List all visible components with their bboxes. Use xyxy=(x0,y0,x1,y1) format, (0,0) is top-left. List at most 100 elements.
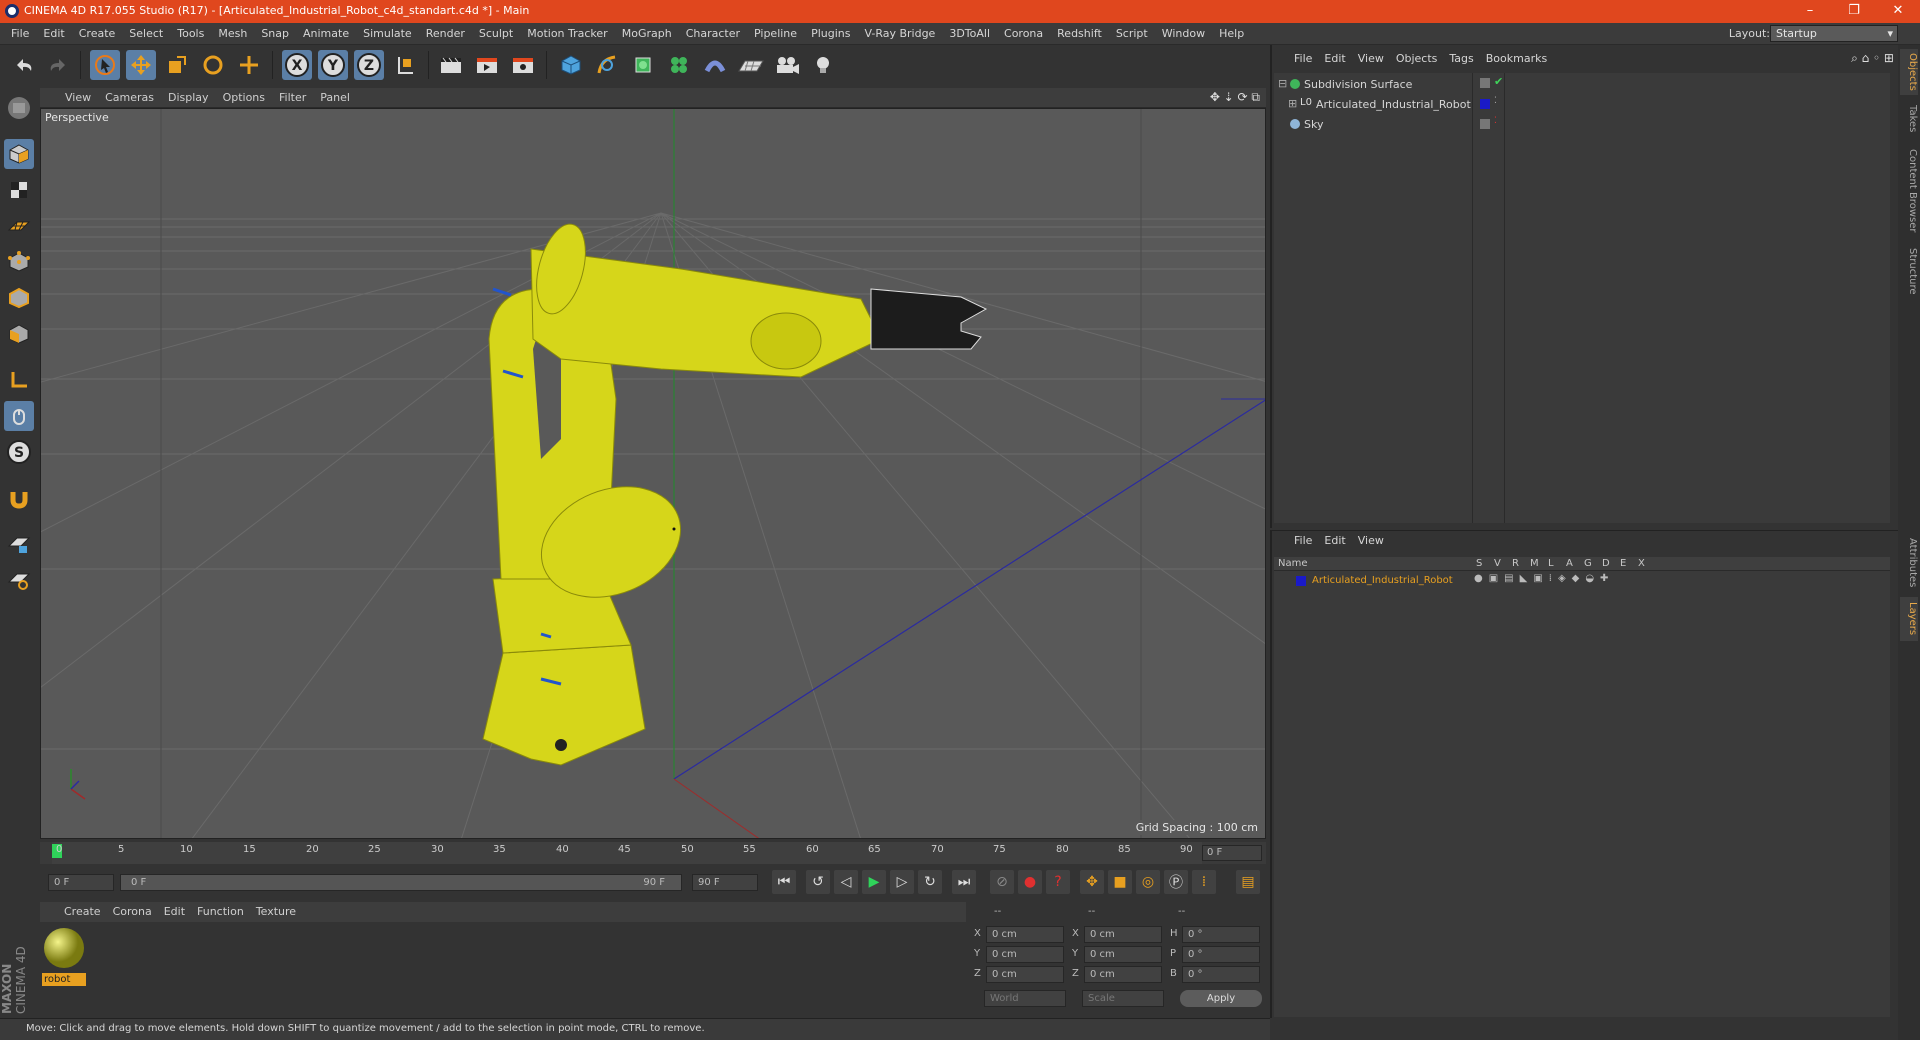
record-keys-icon[interactable]: ⊘ xyxy=(990,870,1014,894)
enabled-check-icon[interactable]: ✔ xyxy=(1494,75,1503,88)
expand-icon[interactable]: ⊞ xyxy=(1288,97,1297,110)
z-axis-lock-icon[interactable]: Z xyxy=(354,50,384,80)
layers-menu-file[interactable]: File xyxy=(1288,531,1318,551)
material-menu-edit[interactable]: Edit xyxy=(158,902,191,922)
planar-workplane-icon[interactable] xyxy=(4,565,34,595)
next-key-icon[interactable]: ↻ xyxy=(918,870,942,894)
menu-character[interactable]: Character xyxy=(679,23,747,45)
tab-content-browser[interactable]: Content Browser xyxy=(1900,143,1918,239)
layer-color-icon[interactable] xyxy=(1480,99,1490,109)
size-z-field[interactable]: 0 cm xyxy=(1084,966,1162,983)
editor-visibility-icon[interactable] xyxy=(1480,78,1490,88)
render-settings-icon[interactable] xyxy=(508,50,538,80)
menu-create[interactable]: Create xyxy=(72,23,123,45)
move-tool-icon[interactable] xyxy=(126,50,156,80)
tab-attributes[interactable]: Attributes xyxy=(1900,533,1918,593)
previous-key-icon[interactable]: ↺ xyxy=(806,870,830,894)
autokey-icon[interactable]: ● xyxy=(1018,870,1042,894)
deformer-icon[interactable] xyxy=(700,50,730,80)
tab-takes[interactable]: Takes xyxy=(1900,99,1918,139)
viewport-navigation-icons[interactable]: ✥ ⇣ ⟳ ⧉ xyxy=(1210,90,1260,105)
menu-simulate[interactable]: Simulate xyxy=(356,23,419,45)
editor-visibility-icon[interactable] xyxy=(1480,119,1490,129)
key-pla-icon[interactable]: ⁞ xyxy=(1192,870,1216,894)
edges-mode-icon[interactable] xyxy=(4,283,34,313)
menu-redshift[interactable]: Redshift xyxy=(1050,23,1109,45)
menu-snap[interactable]: Snap xyxy=(254,23,296,45)
polygons-mode-icon[interactable] xyxy=(4,319,34,349)
objects-menu-objects[interactable]: Objects xyxy=(1390,49,1444,69)
objects-menu-edit[interactable]: Edit xyxy=(1318,49,1351,69)
viewport-menu-panel[interactable]: Panel xyxy=(313,88,357,108)
apply-button[interactable]: Apply xyxy=(1180,990,1262,1007)
material-item[interactable]: robot xyxy=(42,926,86,986)
maximize-button[interactable]: ❐ xyxy=(1832,0,1876,23)
play-icon[interactable]: ▶ xyxy=(862,870,886,894)
axis-mode-icon[interactable] xyxy=(4,365,34,395)
object-row[interactable]: ⊞ L0 Articulated_Industrial_Robot ⁚ xyxy=(1274,95,1890,115)
tab-objects[interactable]: Objects xyxy=(1900,49,1918,95)
previous-frame-icon[interactable]: ◁ xyxy=(834,870,858,894)
layout-dropdown[interactable]: Startup xyxy=(1770,25,1898,42)
redo-icon[interactable] xyxy=(44,50,74,80)
position-z-field[interactable]: 0 cm xyxy=(986,966,1064,983)
menu-3dtoall[interactable]: 3DToAll xyxy=(942,23,997,45)
light-icon[interactable] xyxy=(808,50,838,80)
spline-pen-icon[interactable] xyxy=(592,50,622,80)
key-position-icon[interactable]: ✥ xyxy=(1080,870,1104,894)
layer-color-icon[interactable] xyxy=(1296,576,1306,586)
coordinate-system-icon[interactable] xyxy=(390,50,420,80)
live-selection-icon[interactable] xyxy=(90,50,120,80)
menu-edit[interactable]: Edit xyxy=(36,23,71,45)
layers-menu-edit[interactable]: Edit xyxy=(1318,531,1351,551)
minimize-button[interactable]: – xyxy=(1788,0,1832,23)
subdivision-surface-icon[interactable] xyxy=(628,50,658,80)
model-mode-icon[interactable] xyxy=(4,139,34,169)
undo-icon[interactable] xyxy=(8,50,38,80)
layers-menu-view[interactable]: View xyxy=(1352,531,1390,551)
position-x-field[interactable]: 0 cm xyxy=(986,926,1064,943)
y-axis-lock-icon[interactable]: Y xyxy=(318,50,348,80)
timeline-window-icon[interactable]: ▤ xyxy=(1236,870,1260,894)
coordinate-space-dropdown[interactable]: World xyxy=(984,990,1066,1007)
menu-mesh[interactable]: Mesh xyxy=(211,23,254,45)
objects-menu-view[interactable]: View xyxy=(1352,49,1390,69)
menu-motion-tracker[interactable]: Motion Tracker xyxy=(520,23,614,45)
render-view-icon[interactable] xyxy=(436,50,466,80)
tab-layers[interactable]: Layers xyxy=(1900,597,1918,641)
menu-script[interactable]: Script xyxy=(1109,23,1155,45)
key-rotation-icon[interactable]: ◎ xyxy=(1136,870,1160,894)
go-to-start-icon[interactable]: ⏮ xyxy=(772,870,796,894)
object-row[interactable]: Sky ⁚ xyxy=(1274,115,1890,135)
cube-primitive-icon[interactable] xyxy=(556,50,586,80)
cloner-icon[interactable] xyxy=(664,50,694,80)
size-x-field[interactable]: 0 cm xyxy=(1084,926,1162,943)
collapse-icon[interactable]: ⊟ xyxy=(1278,77,1287,90)
start-frame-field[interactable]: 0 F xyxy=(48,874,114,891)
go-to-end-icon[interactable]: ⏭ xyxy=(952,870,976,894)
viewport-menu-options[interactable]: Options xyxy=(216,88,272,108)
object-row[interactable]: ⊟ Subdivision Surface ✔ xyxy=(1274,75,1890,95)
rotation-p-field[interactable]: 0 ° xyxy=(1182,946,1260,963)
tab-structure[interactable]: Structure xyxy=(1900,243,1918,299)
menu-sculpt[interactable]: Sculpt xyxy=(472,23,520,45)
current-frame-field[interactable]: 0 F xyxy=(1202,845,1262,861)
viewport-menu-display[interactable]: Display xyxy=(161,88,216,108)
menu-window[interactable]: Window xyxy=(1155,23,1212,45)
menu-animate[interactable]: Animate xyxy=(296,23,356,45)
keyframe-selection-icon[interactable]: ? xyxy=(1046,870,1070,894)
menu-help[interactable]: Help xyxy=(1212,23,1251,45)
locked-workplane-icon[interactable] xyxy=(4,529,34,559)
objects-menu-file[interactable]: File xyxy=(1288,49,1318,69)
end-frame-field[interactable]: 90 F xyxy=(692,874,758,891)
menu-vray-bridge[interactable]: V-Ray Bridge xyxy=(857,23,942,45)
x-axis-lock-icon[interactable]: X xyxy=(282,50,312,80)
visibility-dots-icon[interactable]: ⁚ xyxy=(1494,96,1497,106)
key-parameter-icon[interactable]: Ⓟ xyxy=(1164,870,1188,894)
menu-select[interactable]: Select xyxy=(122,23,170,45)
perspective-viewport[interactable]: Perspective Grid Spacing : 100 cm xyxy=(40,108,1266,839)
position-y-field[interactable]: 0 cm xyxy=(986,946,1064,963)
size-y-field[interactable]: 0 cm xyxy=(1084,946,1162,963)
viewport-menu-filter[interactable]: Filter xyxy=(272,88,313,108)
visibility-dots-icon[interactable]: ⁚ xyxy=(1494,116,1497,126)
